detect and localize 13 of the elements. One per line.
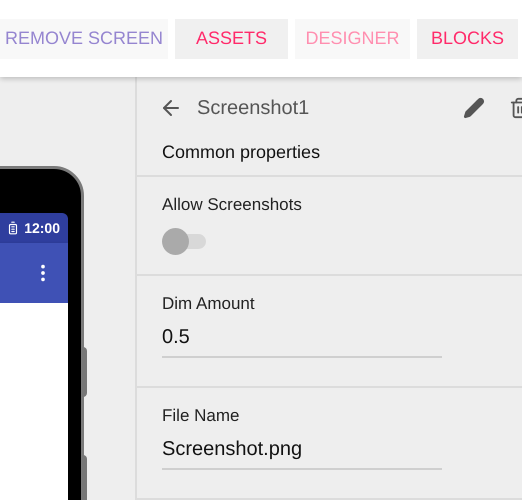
section-title: Common properties [162,140,322,164]
property-label: File Name [162,404,240,427]
toolbar-button[interactable]: ASSETS [175,18,288,58]
text-field[interactable]: 0.5 [162,322,442,358]
status-time: 12:00 [24,218,60,238]
edit-icon[interactable] [463,96,485,119]
toolbar-button[interactable]: BLOCKS [417,18,518,58]
panel-title: Screenshot1 [197,96,310,121]
property-label: Dim Amount [162,292,256,315]
remove-screen-button[interactable]: REMOVE SCREEN [0,18,168,58]
property-label: Allow Screenshots [162,194,303,216]
text-field[interactable]: Screenshot.png [162,434,442,470]
toggle-switch[interactable] [162,227,206,256]
